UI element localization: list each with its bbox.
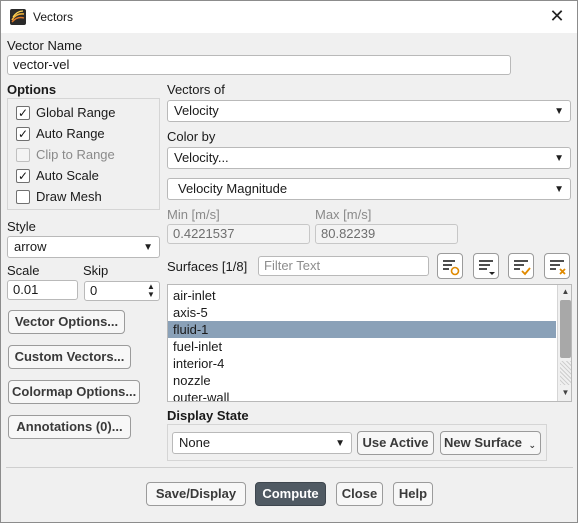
vectors-of-value: Velocity (174, 103, 219, 118)
chevron-down-icon: ▼ (554, 184, 564, 195)
clip-to-range-check[interactable] (16, 148, 30, 162)
compute-button[interactable]: Compute (255, 482, 326, 506)
global-range-checkbox[interactable]: ✓ Global Range (16, 104, 156, 122)
deselect-all-surfaces-button[interactable] (544, 253, 570, 279)
list-select-icon (443, 260, 460, 276)
auto-scale-check[interactable]: ✓ (16, 169, 30, 183)
surface-list-menu-button[interactable] (473, 253, 499, 279)
select-all-surfaces-button[interactable] (437, 253, 463, 279)
draw-mesh-label: Draw Mesh (36, 189, 102, 204)
color-by-label: Color by (167, 129, 216, 144)
new-surface-button[interactable]: New Surface ⌄ (440, 431, 541, 455)
surfaces-label: Surfaces [1/8] (167, 259, 248, 274)
vectors-dialog: Vectors ✕ Vector Name vector-vel Options… (0, 0, 578, 523)
chevron-down-icon: ▼ (554, 106, 564, 117)
color-by-value: Velocity... (174, 150, 229, 165)
list-item[interactable]: interior-4 (168, 355, 556, 372)
skip-label: Skip (83, 263, 109, 278)
color-by-sub-select[interactable]: Velocity Magnitude ▼ (167, 178, 571, 200)
surfaces-filter-input[interactable]: Filter Text (258, 256, 429, 276)
style-label: Style (7, 219, 36, 234)
spinner-icon[interactable]: ▲ ▼ (146, 283, 156, 299)
chevron-down-icon: ▼ (335, 438, 345, 449)
scroll-track (560, 361, 571, 385)
scale-label: Scale (7, 263, 40, 278)
display-state-label: Display State (167, 408, 249, 423)
list-item-selected[interactable]: fluid-1 (168, 321, 556, 338)
auto-scale-label: Auto Scale (36, 168, 99, 183)
skip-input[interactable]: 0 ▲ ▼ (84, 281, 160, 301)
chevron-down-icon: ▼ (554, 153, 564, 164)
style-select[interactable]: arrow ▼ (7, 236, 160, 258)
list-item[interactable]: outer-wall (168, 389, 556, 401)
draw-mesh-checkbox[interactable]: Draw Mesh (16, 188, 156, 206)
max-value: 80.82239 (315, 224, 458, 244)
list-item[interactable]: axis-5 (168, 304, 556, 321)
list-item[interactable]: air-inlet (168, 287, 556, 304)
min-label: Min [m/s] (167, 207, 220, 222)
scale-input[interactable]: 0.01 (7, 280, 78, 300)
title-bar: Vectors ✕ (1, 1, 577, 33)
global-range-check[interactable]: ✓ (16, 106, 30, 120)
min-value: 0.4221537 (167, 224, 310, 244)
auto-range-label: Auto Range (36, 126, 105, 141)
vector-name-input[interactable]: vector-vel (7, 55, 511, 75)
chevron-down-icon: ▼ (143, 242, 153, 253)
style-value: arrow (14, 239, 47, 254)
skip-value: 0 (90, 283, 98, 298)
vectors-of-select[interactable]: Velocity ▼ (167, 100, 571, 122)
auto-range-check[interactable]: ✓ (16, 127, 30, 141)
check-all-surfaces-button[interactable] (508, 253, 534, 279)
close-icon[interactable]: ✕ (547, 6, 567, 26)
color-by-sub-value: Velocity Magnitude (178, 181, 288, 196)
max-label: Max [m/s] (315, 207, 372, 222)
list-clear-icon (550, 260, 566, 275)
clip-to-range-label: Clip to Range (36, 147, 115, 162)
scroll-down-icon[interactable]: ▼ (558, 386, 571, 400)
use-active-button[interactable]: Use Active (357, 431, 434, 455)
vector-name-label: Vector Name (7, 38, 83, 53)
auto-scale-checkbox[interactable]: ✓ Auto Scale (16, 167, 156, 185)
annotations-button[interactable]: Annotations (0)... (8, 415, 131, 439)
display-state-select[interactable]: None ▼ (172, 432, 352, 454)
custom-vectors-button[interactable]: Custom Vectors... (8, 345, 131, 369)
display-state-value: None (179, 435, 211, 450)
vectors-of-label: Vectors of (167, 82, 225, 97)
global-range-label: Global Range (36, 105, 116, 120)
surfaces-scrollbar[interactable]: ▲ ▼ (557, 285, 571, 401)
window-title: Vectors (33, 10, 74, 24)
vector-options-button[interactable]: Vector Options... (8, 310, 125, 334)
options-label: Options (7, 82, 57, 97)
close-button[interactable]: Close (336, 482, 383, 506)
help-button[interactable]: Help (393, 482, 433, 506)
new-surface-label: New Surface (444, 435, 523, 450)
list-item[interactable]: fuel-inlet (168, 338, 556, 355)
save-display-button[interactable]: Save/Display (146, 482, 246, 506)
surfaces-list[interactable]: air-inlet axis-5 fluid-1 fuel-inlet inte… (167, 284, 572, 402)
colormap-options-button[interactable]: Colormap Options... (8, 380, 140, 404)
scroll-thumb[interactable] (560, 300, 571, 358)
scroll-up-icon[interactable]: ▲ (558, 285, 571, 299)
fluent-app-icon (10, 9, 26, 25)
list-menu-icon (479, 260, 495, 275)
list-item[interactable]: nozzle (168, 372, 556, 389)
color-by-select[interactable]: Velocity... ▼ (167, 147, 571, 169)
auto-range-checkbox[interactable]: ✓ Auto Range (16, 125, 156, 143)
list-check-icon (514, 260, 531, 276)
chevron-down-icon: ⌄ (528, 440, 536, 450)
footer-separator (6, 467, 573, 468)
clip-to-range-checkbox[interactable]: Clip to Range (16, 146, 156, 164)
draw-mesh-check[interactable] (16, 190, 30, 204)
